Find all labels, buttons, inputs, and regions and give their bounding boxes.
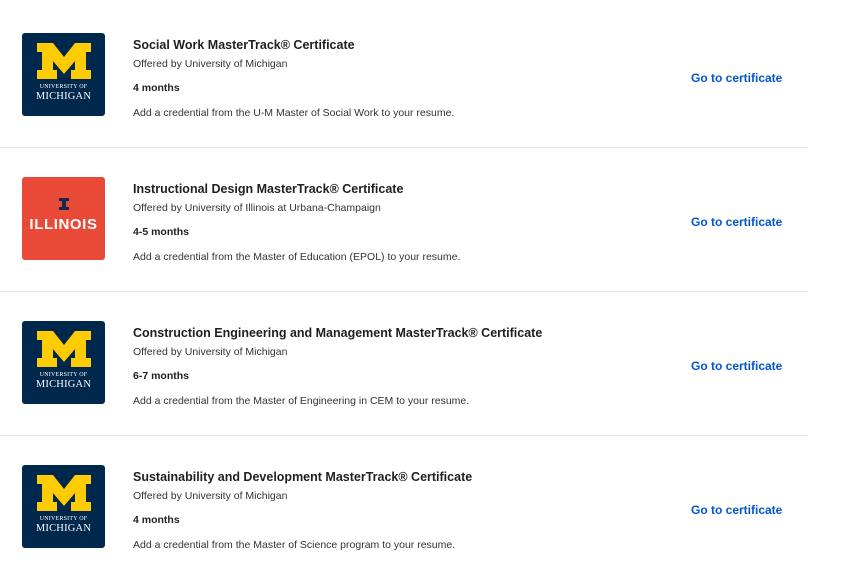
go-to-certificate-link[interactable]: Go to certificate [691, 359, 782, 373]
university-logo[interactable]: UNIVERSITY OF MICHIGAN [22, 465, 105, 548]
certificate-description: Add a credential from the Master of Educ… [133, 251, 461, 263]
block-m-icon [22, 329, 105, 369]
certificate-title[interactable]: Social Work MasterTrack® Certificate [133, 38, 355, 52]
duration: 4 months [133, 82, 180, 94]
certificate-description: Add a credential from the Master of Engi… [133, 395, 470, 407]
go-to-certificate-link[interactable]: Go to certificate [691, 71, 782, 85]
logo-line-1: UNIVERSITY OF [39, 516, 88, 522]
certificate-title[interactable]: Sustainability and Development MasterTra… [133, 470, 472, 484]
offered-by: Offered by University of Illinois at Urb… [133, 202, 381, 214]
logo-line-2: MICHIGAN [35, 91, 92, 102]
offered-by: Offered by University of Michigan [133, 346, 288, 358]
certificate-title[interactable]: Instructional Design MasterTrack® Certif… [133, 182, 403, 196]
logo-line-1: UNIVERSITY OF [39, 372, 88, 378]
certificate-description: Add a credential from the Master of Scie… [133, 539, 456, 551]
duration: 4-5 months [133, 226, 190, 238]
university-logo[interactable]: ILLINOIS [22, 177, 105, 260]
offered-by: Offered by University of Michigan [133, 490, 288, 502]
duration: 4 months [133, 514, 180, 526]
university-logo[interactable]: UNIVERSITY OF MICHIGAN [22, 321, 105, 404]
go-to-certificate-link[interactable]: Go to certificate [691, 503, 782, 517]
logo-line-2: MICHIGAN [35, 523, 92, 534]
certificate-item: ILLINOIS Instructional Design MasterTrac… [0, 147, 808, 292]
university-logo[interactable]: UNIVERSITY OF MICHIGAN [22, 33, 105, 116]
certificate-item: UNIVERSITY OF MICHIGAN Sustainability an… [0, 435, 808, 579]
block-i-icon [22, 197, 105, 211]
logo-line-1: UNIVERSITY OF [39, 84, 88, 90]
logo-line-2: MICHIGAN [35, 379, 92, 390]
certificate-item: UNIVERSITY OF MICHIGAN Social Work Maste… [0, 3, 808, 148]
certificate-item: UNIVERSITY OF MICHIGAN Construction Engi… [0, 291, 808, 436]
certificate-description: Add a credential from the U-M Master of … [133, 107, 455, 119]
block-m-icon [22, 41, 105, 81]
block-m-icon [22, 473, 105, 513]
logo-wordmark: ILLINOIS [29, 216, 98, 233]
offered-by: Offered by University of Michigan [133, 58, 288, 70]
go-to-certificate-link[interactable]: Go to certificate [691, 215, 782, 229]
duration: 6-7 months [133, 370, 190, 382]
certificate-title[interactable]: Construction Engineering and Management … [133, 326, 542, 340]
